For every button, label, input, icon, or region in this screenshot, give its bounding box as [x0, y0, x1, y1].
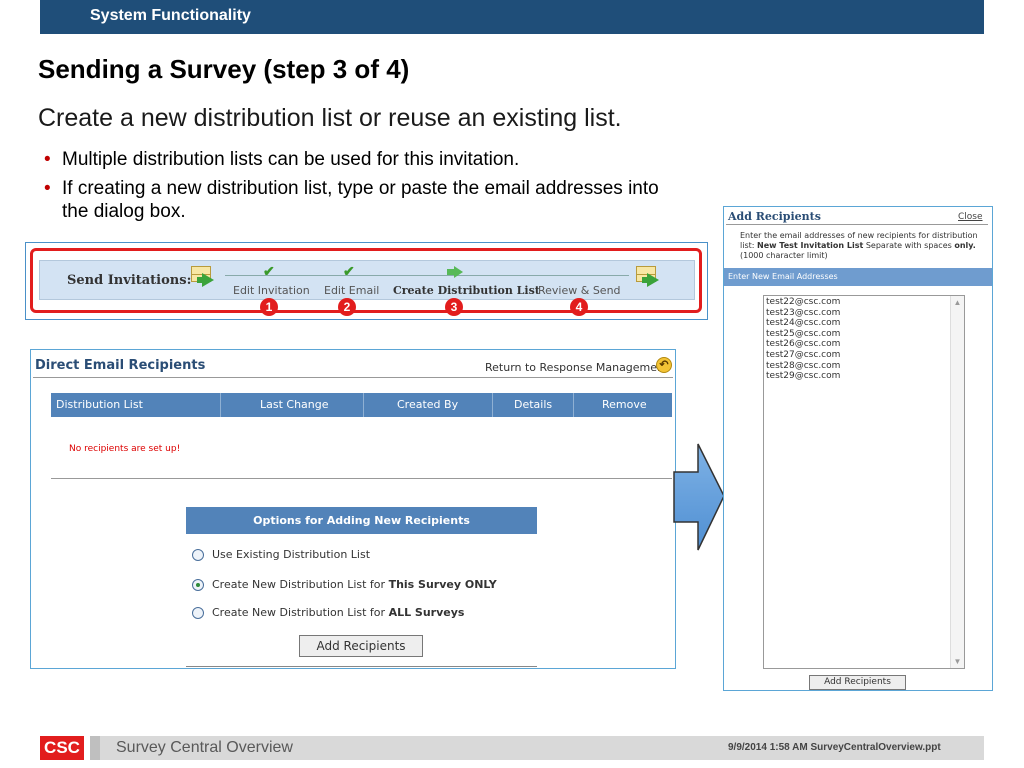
right-arrow-icon	[673, 443, 725, 551]
email-line: test25@csc.com	[766, 328, 841, 339]
radio-button[interactable]	[192, 549, 204, 561]
radio-button[interactable]	[192, 607, 204, 619]
send-invitations-label: Send Invitations:	[67, 273, 192, 288]
step-create-distribution-list[interactable]: Create Distribution List	[393, 284, 540, 297]
csc-logo: CSC	[40, 736, 84, 760]
scroll-up-icon[interactable]: ▲	[953, 298, 962, 307]
email-list: test22@csc.com test23@csc.com test24@csc…	[766, 297, 840, 382]
email-line: test22@csc.com	[766, 297, 841, 307]
step-number-badge: 2	[338, 298, 356, 316]
column-header[interactable]: Distribution List	[56, 398, 143, 411]
step-review-send[interactable]: Review & Send	[538, 284, 621, 297]
step-edit-invitation[interactable]: Edit Invitation	[233, 284, 310, 297]
checkmark-icon: ✔	[343, 263, 355, 279]
bullet-dot-icon: •	[44, 178, 51, 199]
bullet-dot-icon: •	[44, 149, 51, 170]
step-number-badge: 1	[260, 298, 278, 316]
scroll-down-icon[interactable]: ▼	[953, 657, 962, 666]
dialog-add-recipients-button[interactable]: Add Recipients	[809, 675, 906, 690]
email-line: test28@csc.com	[766, 360, 841, 371]
return-arrow-icon[interactable]: ↶	[656, 357, 672, 373]
add-recipients-button[interactable]: Add Recipients	[299, 635, 423, 657]
column-header[interactable]: Remove	[602, 398, 647, 411]
divider	[186, 666, 537, 667]
step-edit-email[interactable]: Edit Email	[324, 284, 379, 297]
column-header[interactable]: Created By	[397, 398, 458, 411]
section-header-band: System Functionality	[40, 0, 984, 34]
dialog-instructions: Enter the email addresses of new recipie…	[740, 231, 978, 260]
envelope-send-icon	[636, 264, 662, 288]
bullet-item: • If creating a new distribution list, ty…	[44, 178, 659, 222]
scrollbar[interactable]: ▲ ▼	[950, 296, 964, 668]
email-line: test23@csc.com	[766, 307, 841, 318]
email-line: test26@csc.com	[766, 339, 841, 350]
recipients-table-header: Distribution List Last Change Created By…	[51, 393, 672, 417]
step-number-badge: 4	[570, 298, 588, 316]
dialog-close-link[interactable]: Close	[958, 212, 983, 222]
checkmark-icon: ✔	[263, 263, 275, 279]
divider	[51, 478, 672, 479]
slide-title: Sending a Survey (step 3 of 4)	[38, 54, 410, 84]
email-line: test24@csc.com	[766, 318, 841, 329]
radio-button-selected[interactable]	[192, 579, 204, 591]
footer-title: Survey Central Overview	[116, 739, 293, 756]
bullet-item: • Multiple distribution lists can be used…	[44, 149, 520, 170]
current-step-arrow-icon	[447, 266, 463, 278]
section-title: System Functionality	[90, 7, 251, 24]
email-line: test27@csc.com	[766, 349, 841, 360]
panel-title: Direct Email Recipients	[35, 358, 206, 373]
column-header[interactable]: Last Change	[260, 398, 329, 411]
column-header[interactable]: Details	[514, 398, 552, 411]
dialog-section-header: Enter New Email Addresses	[724, 268, 992, 286]
email-addresses-textarea[interactable]: test22@csc.com test23@csc.com test24@csc…	[763, 295, 965, 669]
dialog-title: Add Recipients	[728, 210, 821, 223]
bullet-list: • Multiple distribution lists can be used…	[44, 148, 684, 229]
slide-subtitle: Create a new distribution list or reuse …	[38, 104, 622, 132]
return-to-response-management-link[interactable]: Return to Response Management	[485, 361, 668, 374]
options-header: Options for Adding New Recipients	[186, 507, 537, 534]
divider	[33, 377, 673, 378]
divider	[726, 224, 988, 225]
step-connector-line	[225, 275, 629, 276]
footer-meta: 9/9/2014 1:58 AM SurveyCentralOverview.p…	[728, 742, 941, 753]
email-line: test29@csc.com	[766, 371, 841, 382]
empty-recipients-message: No recipients are set up!	[69, 444, 181, 454]
step-number-badge: 3	[445, 298, 463, 316]
envelope-send-icon	[191, 264, 217, 288]
